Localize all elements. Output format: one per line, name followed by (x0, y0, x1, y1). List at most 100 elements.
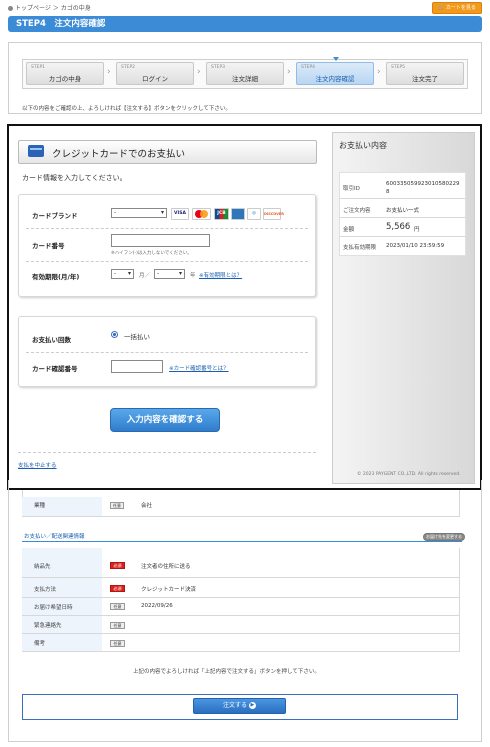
cvv-input[interactable] (111, 360, 163, 373)
card-brand-label: カードブランド (32, 212, 78, 220)
row-value-payment-method: クレジットカード決済 (141, 587, 197, 593)
card-brand-value: - (114, 209, 117, 216)
footer-instruction: 上記の内容でよろしければ「上記内容で注文する」ボタンを押して下さい。 (133, 669, 320, 675)
divider (26, 228, 308, 229)
step-arrow-icon: › (197, 67, 201, 77)
step-arrow-icon: › (107, 67, 111, 77)
step-number: STEP4 (301, 65, 316, 70)
home-icon (8, 6, 13, 11)
year-unit: 年 (190, 273, 196, 279)
summary-label-deadline: 支払有効期限 (343, 245, 377, 251)
step-arrow-icon: › (287, 67, 291, 77)
step-2: STEP2 ログイン (116, 62, 194, 85)
step-label: 注文内容確認 (315, 75, 355, 83)
expiry-label: 有効期限(月/年) (32, 273, 80, 281)
summary-value-amount: 5,566 (386, 222, 411, 232)
installment-radio[interactable] (111, 331, 118, 338)
instruction-text: 以下の内容をご確認の上、よろしければ【注文する】ボタンをクリックして下さい。 (22, 106, 231, 112)
divider (22, 633, 460, 634)
arrow-circle-icon: ▶ (248, 702, 256, 709)
row-label-delivery: 納品先 (34, 564, 51, 570)
order-button[interactable]: 注文する ▶ (193, 698, 286, 714)
step-label: カゴの中身 (48, 75, 82, 83)
order-button-label: 注文する (223, 702, 248, 709)
row-value-delivery: 注文者の住所に送る (141, 564, 191, 570)
page-step-title: STEP4 注文内容確認 (8, 16, 482, 32)
payment-title: クレジットカードでのお支払い (52, 149, 186, 160)
step-label: 注文完了 (412, 75, 438, 83)
summary-label-amount: 金額 (343, 227, 355, 233)
divider (22, 516, 460, 517)
divider (26, 261, 308, 262)
section-title: お支払い／配送関連情報 (24, 534, 85, 540)
summary-value-deadline: 2023/01/10 23:59:59 (386, 243, 445, 249)
section-header (22, 529, 462, 542)
summary-title: お支払い内容 (339, 141, 387, 150)
summary-value-order: お支払い一式 (386, 208, 420, 214)
expiry-year-select[interactable]: - ▾ (154, 269, 185, 279)
cart-icon: 🛒 (438, 5, 445, 11)
divider (18, 452, 316, 453)
optional-tag: 任意 (110, 603, 125, 610)
step-label: ログイン (142, 75, 168, 83)
cvv-label: カード確認番号 (32, 365, 78, 373)
mastercard-logo-icon (192, 208, 211, 220)
step-number: STEP5 (391, 65, 406, 70)
step-4: STEP4 注文内容確認 (296, 62, 374, 85)
installment-label: お支払い回数 (32, 336, 71, 344)
expiry-month-value: - (114, 270, 117, 277)
step-number: STEP2 (121, 65, 136, 70)
required-tag: 必須 (110, 585, 125, 592)
chevron-down-icon: ▾ (127, 270, 131, 277)
row-label-payment-method: 支払方法 (34, 587, 57, 593)
divider (22, 577, 460, 578)
amex-logo-icon (231, 208, 245, 220)
step-3: STEP3 注文詳細 (206, 62, 284, 85)
required-tag: 必須 (110, 562, 125, 569)
step-label: 注文詳細 (232, 75, 258, 83)
cart-button-label: カートを見る (445, 5, 476, 11)
confirm-input-button[interactable]: 入力内容を確認する (110, 408, 220, 432)
month-unit: 月／ (139, 273, 151, 279)
summary-label-order: ご注文内容 (343, 208, 371, 214)
card-brand-select[interactable]: - ▾ (111, 208, 167, 218)
row-value-delivery-date: 2022/09/26 (141, 603, 173, 609)
diners-logo-icon: ◎ (247, 208, 261, 220)
installment-value: 一括払い (124, 333, 150, 341)
optional-tag: 任意 (110, 640, 125, 647)
card-number-input[interactable] (111, 234, 210, 247)
card-number-note: ※ハイフン(-)は入力しないでください。 (111, 251, 192, 256)
step-1: STEP1 カゴの中身 (26, 62, 104, 85)
optional-tag: 任意 (110, 622, 125, 629)
summary-label-transaction-id: 取引ID (343, 186, 360, 192)
divider (26, 352, 308, 353)
step-number: STEP3 (211, 65, 226, 70)
visa-logo-icon: VISA (171, 208, 189, 220)
credit-card-icon (28, 145, 44, 157)
change-delivery-button[interactable]: お届け先を変更する (423, 533, 465, 541)
divider (340, 198, 465, 199)
cancel-payment-link[interactable]: 支払を中止する (18, 461, 57, 469)
expiry-month-select[interactable]: - ▾ (111, 269, 134, 279)
row-label-remarks: 備考 (34, 641, 46, 647)
optional-tag: 任意 (110, 502, 124, 509)
chevron-down-icon: ▾ (178, 270, 182, 277)
card-number-label: カード番号 (32, 242, 65, 250)
row-value: 会社 (141, 503, 153, 509)
discover-logo-icon: DISCOVER (263, 208, 284, 220)
breadcrumb[interactable]: トップページ ＞ カゴの中身 (8, 3, 91, 12)
summary-amount-unit: 円 (414, 227, 420, 233)
row-label: 業種 (34, 503, 46, 509)
breadcrumb-text[interactable]: トップページ ＞ カゴの中身 (15, 5, 91, 12)
card-info-instruction: カード情報を入力してください。 (22, 174, 127, 182)
cvv-help-link[interactable]: ※カード確認番号とは？ (169, 364, 229, 372)
divider (340, 236, 465, 237)
radio-dot (113, 333, 116, 336)
step-5: STEP5 注文完了 (386, 62, 464, 85)
row-label-emergency-contact: 緊急連絡先 (34, 623, 62, 629)
expiry-year-value: - (157, 270, 160, 277)
chevron-down-icon: ▾ (160, 209, 164, 216)
cart-button[interactable]: 🛒 カートを見る (432, 2, 482, 14)
divider (340, 217, 465, 218)
expiry-help-link[interactable]: ※有効期限とは？ (199, 271, 242, 279)
